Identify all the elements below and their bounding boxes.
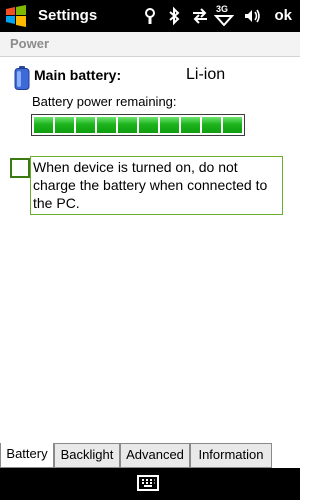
app-title: Settings [38, 7, 98, 24]
bluetooth-icon[interactable] [164, 6, 184, 26]
no-charge-checkbox[interactable] [10, 158, 30, 178]
tab-information[interactable]: Information [190, 443, 272, 468]
sync-arrows-icon[interactable] [190, 6, 210, 26]
battery-level-segment [160, 117, 179, 133]
battery-remaining-label: Battery power remaining: [32, 94, 177, 109]
battery-type: Li-ion [186, 66, 226, 83]
no-charge-checkbox-label[interactable]: When device is turned on, do not charge … [30, 156, 283, 215]
ok-button[interactable]: ok [274, 7, 292, 24]
network-signal-icon[interactable]: 3G [214, 4, 234, 26]
battery-level-segment [76, 117, 95, 133]
battery-level-segment [118, 117, 137, 133]
battery-level-segment [97, 117, 116, 133]
battery-level-segment [202, 117, 221, 133]
softkey-bar [0, 468, 300, 500]
windows-start-icon[interactable] [5, 5, 27, 27]
battery-level-segment [181, 117, 200, 133]
tab-backlight[interactable]: Backlight [54, 443, 120, 468]
battery-level-segment [139, 117, 158, 133]
tab-advanced[interactable]: Advanced [120, 443, 190, 468]
battery-level-fill [34, 117, 242, 133]
battery-level-segment [34, 117, 53, 133]
battery-icon [14, 66, 30, 90]
volume-icon[interactable] [242, 6, 262, 26]
keyboard-icon[interactable] [137, 475, 159, 491]
network-label: 3G [216, 4, 229, 14]
connectivity-icon[interactable] [140, 6, 160, 26]
tab-battery[interactable]: Battery [0, 443, 54, 468]
tab-bar: Battery Backlight Advanced Information [0, 443, 300, 468]
section-title: Power [10, 36, 50, 51]
status-bar: Settings 3G ok [0, 0, 300, 32]
battery-level-bar [31, 114, 245, 136]
section-header: Power [0, 32, 300, 57]
battery-level-segment [55, 117, 74, 133]
main-battery-label: Main battery: [34, 67, 122, 83]
battery-level-segment [223, 117, 242, 133]
